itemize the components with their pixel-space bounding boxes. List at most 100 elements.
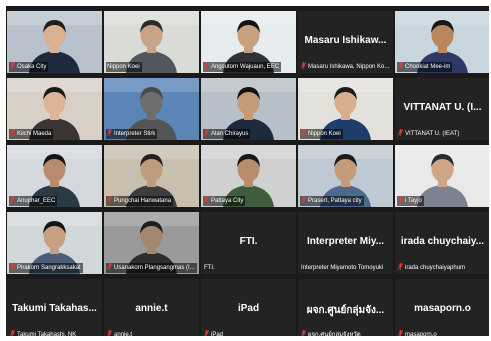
participant-tile[interactable]: iPad iPad (201, 279, 296, 336)
participant-tile[interactable]: Kiichi Maeda (7, 78, 102, 140)
participant-tile[interactable]: ผจก.ศูนย์กลุ่มจัง... ผจก.ศูนย์กลุ่มจังหวั… (298, 279, 393, 336)
participant-display-name: irada chuychaiy... (400, 236, 485, 247)
mic-muted-icon (204, 129, 209, 136)
participant-name-label: Pirakorn Sangrakksakat (9, 263, 83, 273)
participant-name-label: ผจก.ศูนย์กลุ่มจังหวัด (300, 330, 363, 336)
mic-muted-icon (398, 196, 403, 203)
participant-name: Prasert, Pattaya city (308, 198, 362, 204)
participant-name-label: i Tayjo (397, 196, 424, 206)
participant-name-label: Usanakorn Plangsangmas (I... (106, 263, 197, 273)
participant-name-label: Nippon Koei (300, 129, 343, 139)
participant-name: annie.t (114, 332, 133, 336)
mic-muted-icon (10, 263, 15, 270)
participant-tile[interactable]: Masaru Ishikaw... Masaru Ishikawa, Nippon… (298, 11, 393, 73)
participant-name: Usanakorn Plangsangmas (I... (114, 265, 195, 271)
mic-muted-icon (398, 330, 403, 336)
participant-display-name: FTI. (239, 236, 258, 247)
mic-muted-icon (10, 196, 15, 203)
participant-tile[interactable]: Nippon Koei (104, 11, 199, 73)
participant-name: ผจก.ศูนย์กลุ่มจังหวัด (308, 332, 361, 336)
participant-name: Takumi Takahashi, NK (17, 332, 77, 336)
participant-display-name: VITTANAT U. (I... (403, 102, 482, 113)
participant-tile[interactable]: Chookiat Mee-im (395, 11, 489, 73)
participant-name: VITTANAT U. (IEAT) (405, 131, 460, 137)
participant-name: i Tayjo (405, 198, 422, 204)
participant-name: Pirakorn Sangrakksakat (17, 265, 81, 271)
participant-name: Interpreter Miyamoto Tomoyuki (301, 265, 384, 271)
mic-muted-icon (204, 196, 209, 203)
participant-name-label: Angsutorn Wajuaun, EEC (203, 62, 282, 72)
participant-name-label: FTI. (203, 263, 217, 273)
participant-name-label: Takumi Takahashi, NK (9, 330, 78, 336)
participant-tile[interactable]: masaporn.o masaporn.o (395, 279, 489, 336)
participant-name-label: VITTANAT U. (IEAT) (397, 129, 461, 139)
participant-tile[interactable]: Nippon Koei (298, 78, 393, 140)
participant-name-label: Pungchai Hanwatana (106, 196, 174, 206)
participant-name: Osaka City (17, 64, 47, 70)
participant-display-name: ผจก.ศูนย์กลุ่มจัง... (306, 305, 385, 316)
mic-muted-icon (10, 62, 15, 69)
participant-name-label: Nippon Koei (106, 62, 142, 72)
participant-name: Kiichi Maeda (17, 131, 52, 137)
participant-tile[interactable]: i Tayjo (395, 145, 489, 207)
participant-name: Chookiat Mee-im (405, 64, 451, 70)
participant-tile[interactable]: Alan Chirayus (201, 78, 296, 140)
participant-name: Nippon Koei (308, 131, 341, 137)
participant-name-label: Anuphar_EEC (9, 196, 58, 206)
participant-name: FTI. (204, 265, 215, 271)
participant-display-name: Takumi Takahas... (12, 303, 97, 314)
participant-name: Nippon Koei (107, 64, 140, 70)
participant-tile[interactable]: Pattaya City (201, 145, 296, 207)
mic-muted-icon (107, 196, 112, 203)
participant-tile[interactable]: Usanakorn Plangsangmas (I... (104, 212, 199, 274)
participant-name-label: Interpreter Miyamoto Tomoyuki (300, 263, 385, 273)
participant-name-label: Prasert, Pattaya city (300, 196, 364, 206)
participant-display-name: Masaru Ishikaw... (304, 35, 387, 46)
participant-tile[interactable]: Takumi Takahas... Takumi Takahashi, NK (7, 279, 102, 336)
participant-name-label: iPad (203, 330, 225, 336)
participant-tile[interactable]: FTI. FTI. (201, 212, 296, 274)
participant-tile[interactable]: Pirakorn Sangrakksakat (7, 212, 102, 274)
participant-display-name: annie.t (135, 303, 168, 314)
mic-muted-icon (398, 263, 403, 270)
participant-tile[interactable]: Angsutorn Wajuaun, EEC (201, 11, 296, 73)
video-gallery: Osaka City Nippon Koei Angsutorn Wajuaun, … (6, 6, 489, 336)
participant-tile[interactable]: VITTANAT U. (I... VITTANAT U. (IEAT) (395, 78, 489, 140)
mic-muted-icon (204, 62, 209, 69)
participant-name-label: Masaru Ishikawa, Nippon Ko... (300, 62, 391, 72)
participant-name: Interpreter Stirk (114, 131, 156, 137)
mic-muted-icon (301, 196, 306, 203)
mic-muted-icon (301, 129, 306, 136)
mic-muted-icon (398, 62, 403, 69)
participant-name: irada chuychaiyaphum (405, 265, 466, 271)
participant-tile[interactable]: Interpreter Stirk (104, 78, 199, 140)
participant-name: masaporn.o (405, 332, 437, 336)
participant-name-label: annie.t (106, 330, 134, 336)
participant-display-name: iPad (237, 303, 260, 314)
mic-muted-icon (107, 263, 112, 270)
mic-muted-icon (398, 129, 403, 136)
participant-tile[interactable]: Pungchai Hanwatana (104, 145, 199, 207)
participant-name-label: irada chuychaiyaphum (397, 263, 467, 273)
mic-muted-icon (107, 129, 112, 136)
participant-name: Angsutorn Wajuaun, EEC (211, 64, 280, 70)
participant-name-label: masaporn.o (397, 330, 439, 336)
participant-display-name: masaporn.o (414, 303, 471, 314)
participant-tile[interactable]: annie.t annie.t (104, 279, 199, 336)
participant-name: Pungchai Hanwatana (114, 198, 172, 204)
mic-muted-icon (107, 330, 112, 336)
participant-tile[interactable]: Anuphar_EEC (7, 145, 102, 207)
participant-tile[interactable]: irada chuychaiy... irada chuychaiyaphum (395, 212, 489, 274)
mic-muted-icon (301, 330, 306, 336)
participant-tile[interactable]: Osaka City (7, 11, 102, 73)
participant-name-label: Chookiat Mee-im (397, 62, 453, 72)
mic-muted-icon (301, 62, 306, 69)
participant-name: Alan Chirayus (211, 131, 249, 137)
participant-tile[interactable]: Prasert, Pattaya city (298, 145, 393, 207)
participant-display-name: Interpreter Miy... (306, 236, 385, 247)
participant-tile[interactable]: Interpreter Miy... Interpreter Miyamoto T… (298, 212, 393, 274)
participant-name: Pattaya City (211, 198, 244, 204)
mic-muted-icon (204, 330, 209, 336)
participant-name-label: Pattaya City (203, 196, 246, 206)
participant-name-label: Alan Chirayus (203, 129, 251, 139)
